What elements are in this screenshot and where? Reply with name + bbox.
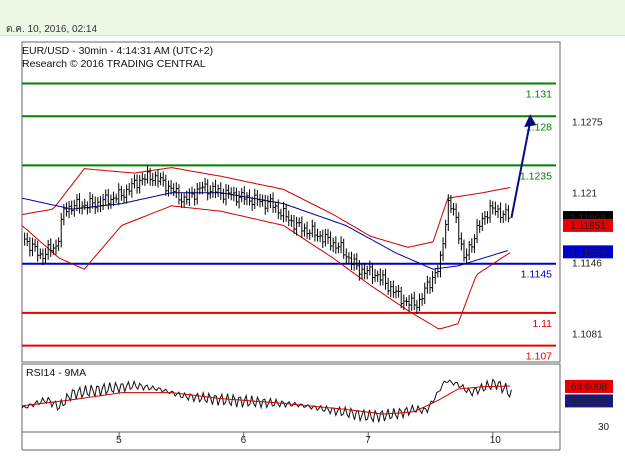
chart-subtitle: Research © 2016 TRADING CENTRAL <box>22 58 206 70</box>
x-tick-label-3: 10 <box>490 435 502 446</box>
level-label-4: 1.11 <box>532 318 552 330</box>
level-label-5: 1.107 <box>526 351 552 363</box>
y-tick-label-0: 1.1275 <box>572 118 603 129</box>
rsi-badge-label-0: 63.6008 <box>571 382 608 393</box>
rsi-panel-frame <box>21 363 561 433</box>
y-tick-label-3: 1.1081 <box>572 330 603 341</box>
y-tick-label-1: 1.121 <box>572 189 597 200</box>
x-tick-label-2: 7 <box>365 435 371 446</box>
rsi-ma-line <box>21 385 511 415</box>
x-tick-label-1: 6 <box>241 435 247 446</box>
level-label-3: 1.1145 <box>521 269 552 281</box>
price-badge-label-1: 1.11851 <box>570 221 606 232</box>
level-label-0: 1.131 <box>526 89 552 101</box>
y-tick-label-2: 1.1146 <box>572 259 602 270</box>
bollinger-lower <box>21 205 511 330</box>
rsi-tick-label-0: 30 <box>598 422 610 433</box>
chart-title: EUR/USD - 30min - 4:14:31 AM (UTC+2) <box>22 45 213 57</box>
price-badge-label-2: 1.11554 <box>570 247 606 258</box>
rsi-title: RSI14 - 9MA <box>26 367 86 379</box>
x-tick-label-0: 5 <box>116 435 122 446</box>
price-chart: 1.1311.1281.12351.11451.111.107 RSI14 - … <box>21 41 613 451</box>
level-label-2: 1.1235 <box>520 170 552 182</box>
rsi-badge-label-1: 54.8313 <box>571 396 608 407</box>
